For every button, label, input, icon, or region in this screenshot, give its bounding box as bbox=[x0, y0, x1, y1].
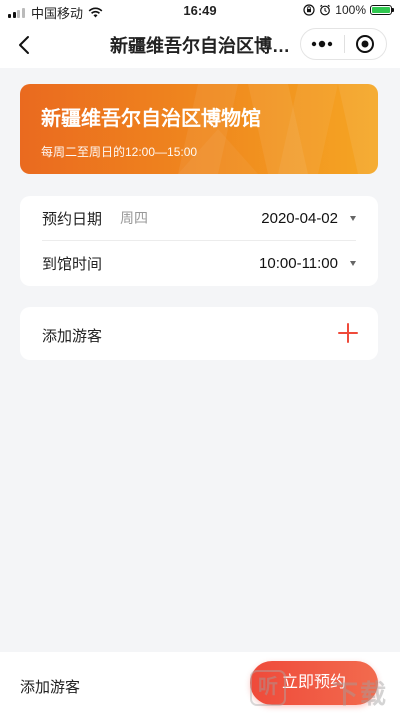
bottom-add-visitor-label: 添加游客 bbox=[20, 679, 81, 696]
date-label: 预约日期 bbox=[42, 210, 103, 228]
museum-name: 新疆维吾尔自治区博物馆 bbox=[41, 108, 261, 130]
weekday: 周四 bbox=[120, 210, 149, 226]
more-button[interactable] bbox=[301, 29, 344, 59]
opening-hours: 每周二至周日的12:00—15:00 bbox=[41, 145, 198, 159]
date-picker-row[interactable]: 预约日期 周四 2020-04-02 bbox=[42, 196, 356, 241]
add-visitor-card[interactable]: 添加游客 bbox=[20, 307, 378, 360]
battery-percent: 100% bbox=[335, 3, 366, 17]
alarm-icon bbox=[320, 4, 331, 16]
time-label: 到馆时间 bbox=[42, 255, 103, 273]
rotation-lock-icon bbox=[303, 4, 315, 16]
back-icon[interactable] bbox=[12, 32, 38, 58]
watermark-logo-icon: 听 bbox=[250, 670, 286, 706]
status-bar: 中国移动 16:49 100% bbox=[0, 0, 400, 22]
museum-banner: 新疆维吾尔自治区博物馆 每周二至周日的12:00—15:00 bbox=[20, 84, 378, 174]
status-right: 100% bbox=[303, 3, 394, 17]
caret-down-icon bbox=[350, 260, 356, 266]
more-icon bbox=[312, 40, 333, 48]
watermark-text: 下载 bbox=[332, 679, 389, 709]
add-visitor-label: 添加游客 bbox=[42, 328, 103, 345]
booking-card: 预约日期 周四 2020-04-02 到馆时间 10:00-11:00 bbox=[20, 196, 378, 286]
caret-down-icon bbox=[350, 215, 356, 221]
page-title: 新疆维吾尔自治区博… bbox=[110, 36, 290, 56]
plus-icon[interactable] bbox=[338, 323, 358, 343]
time-picker-row[interactable]: 到馆时间 10:00-11:00 bbox=[42, 241, 356, 285]
mini-program-capsule bbox=[300, 28, 387, 60]
battery-icon bbox=[370, 5, 394, 15]
watermark: 听 下载 bbox=[248, 668, 400, 714]
nav-bar: 新疆维吾尔自治区博… bbox=[0, 22, 400, 68]
close-icon bbox=[356, 35, 375, 53]
close-button[interactable] bbox=[344, 29, 386, 59]
selected-date[interactable]: 2020-04-02 bbox=[261, 210, 338, 227]
selected-time[interactable]: 10:00-11:00 bbox=[259, 255, 338, 272]
